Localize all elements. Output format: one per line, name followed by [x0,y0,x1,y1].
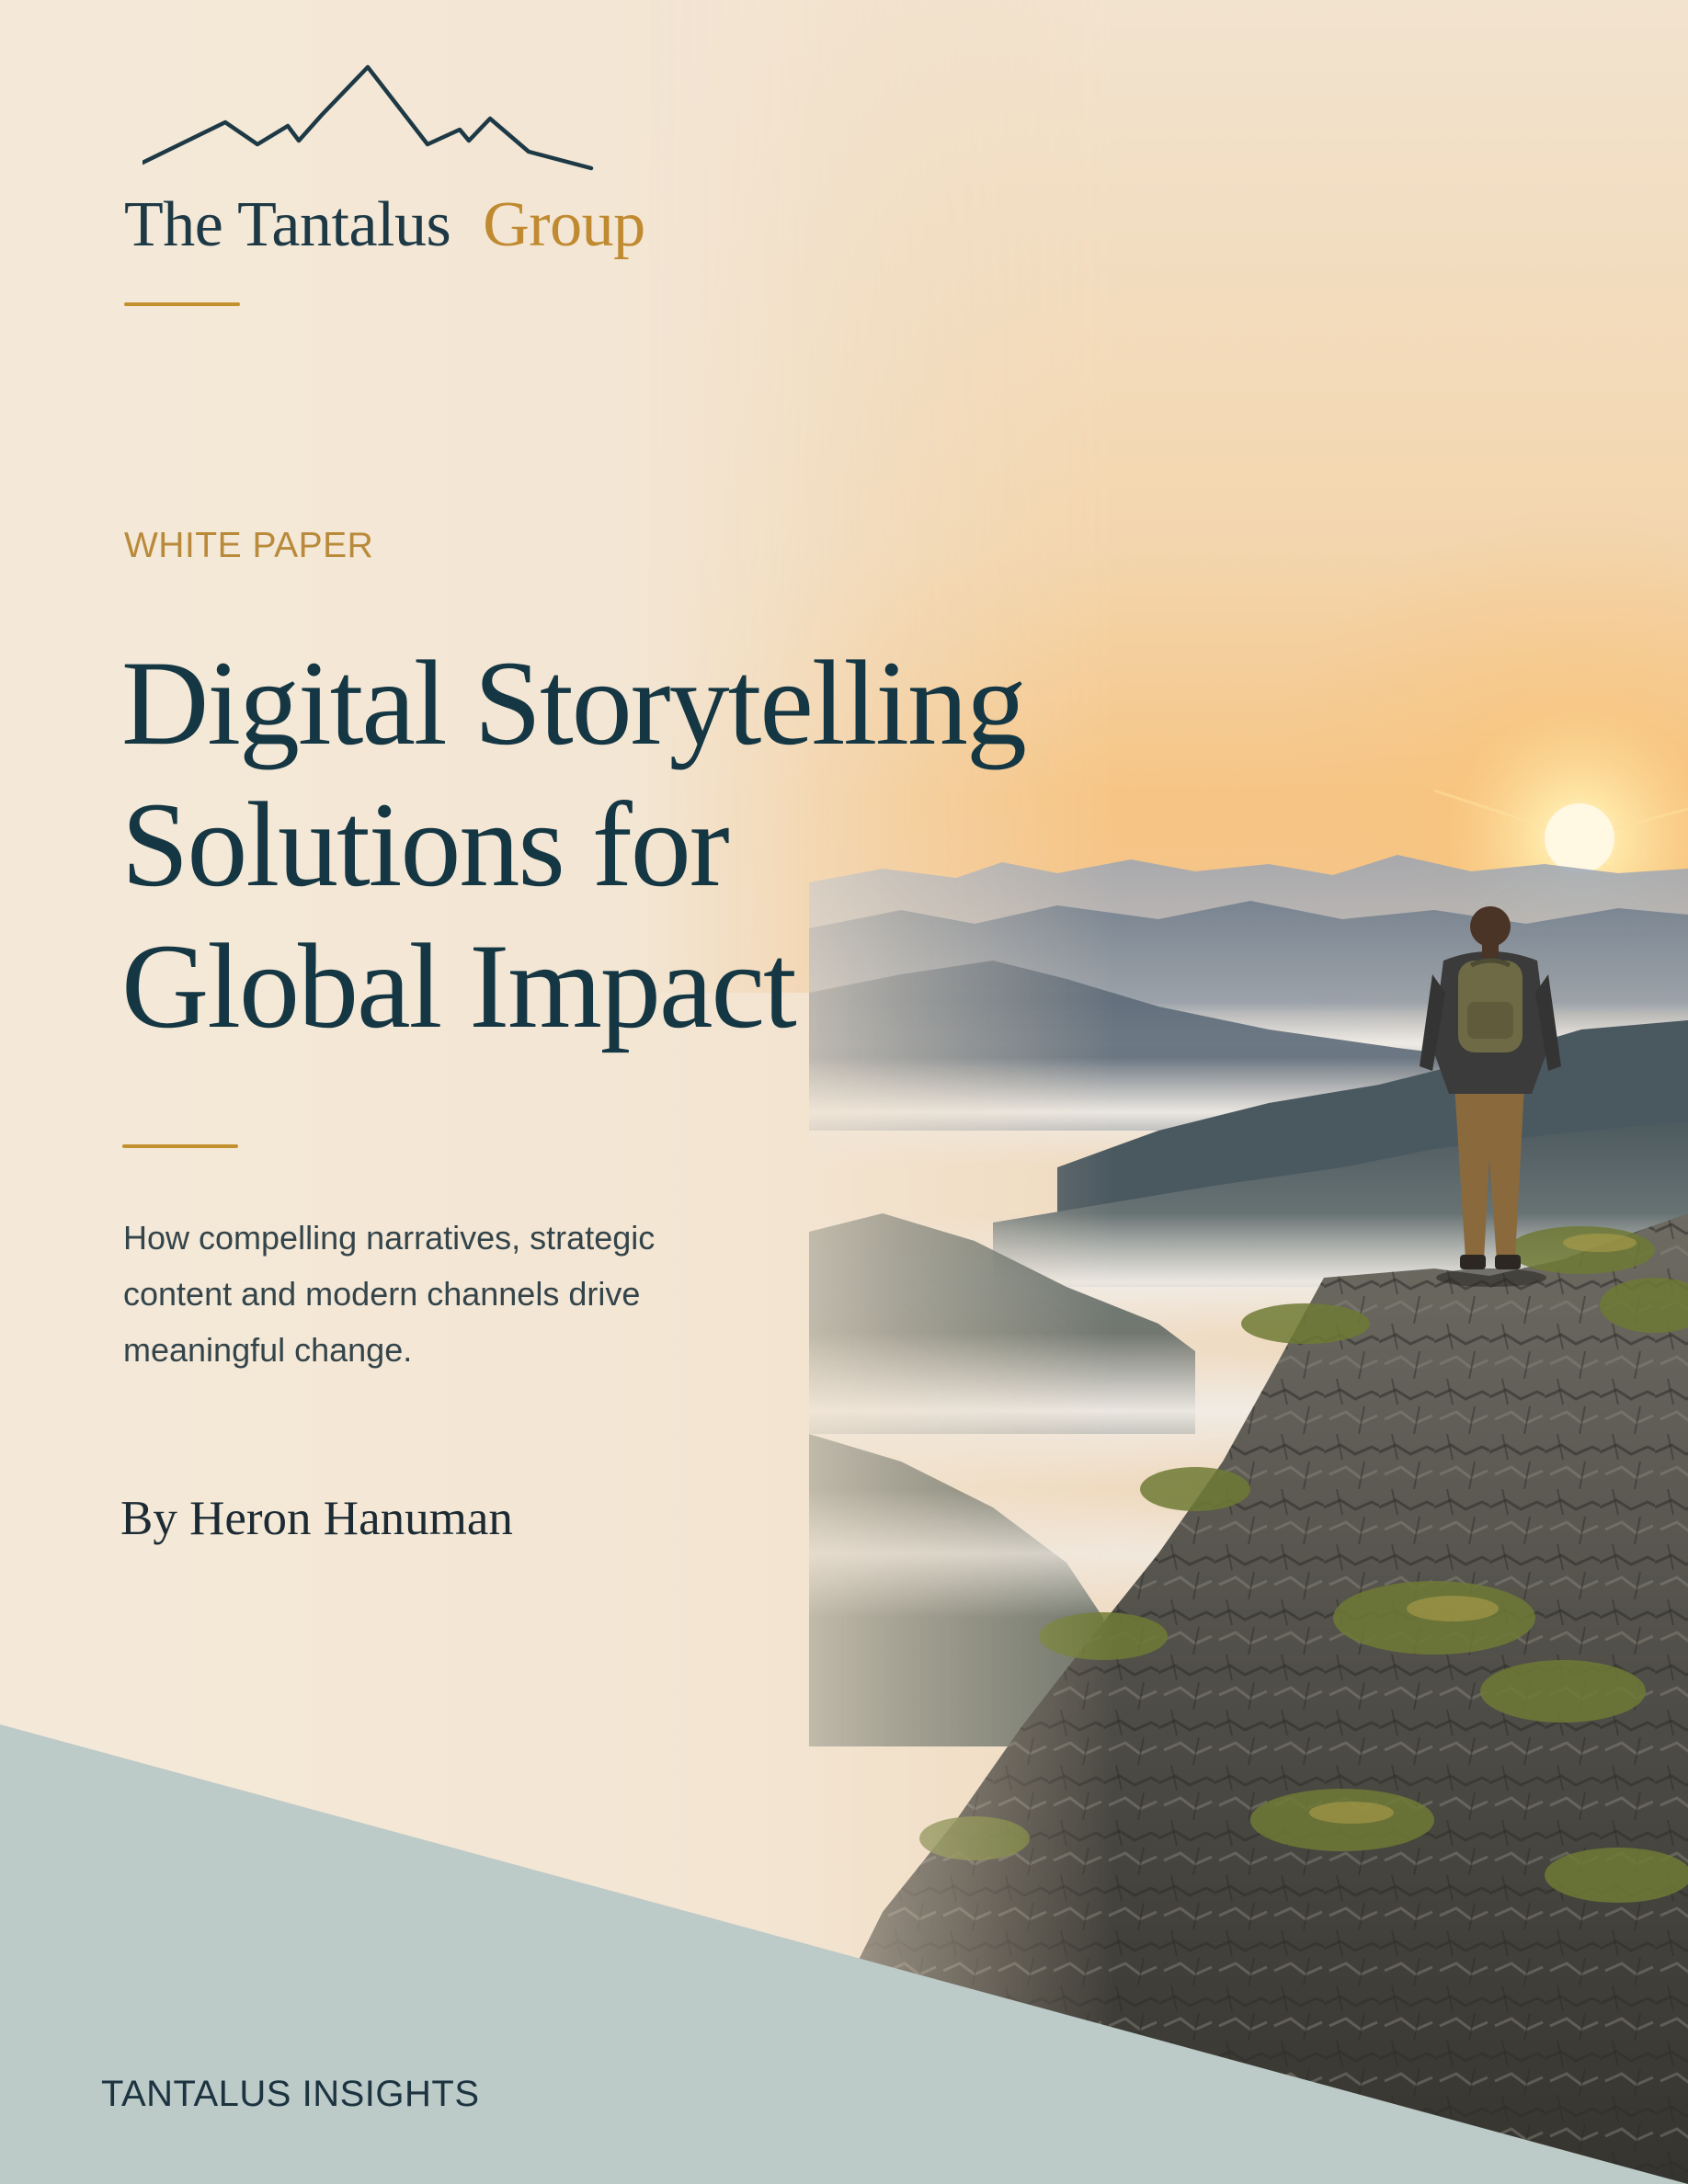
footer-label: TANTALUS INSIGHTS [101,2074,480,2114]
brand-name: The Tantalus Group [124,188,645,262]
title-line: Global Impact [121,918,797,1053]
document-summary: How compelling narratives, strategic con… [123,1210,840,1378]
brand-name-main: The Tantalus [124,189,451,260]
title-line: Solutions for [121,777,730,912]
title-line: Digital Storytelling [121,635,1027,770]
white-paper-cover: The Tantalus Group WHITE PAPER Digital S… [0,0,1688,2184]
summary-line: How compelling narratives, strategic [123,1219,656,1257]
cover-photo [0,0,1688,2184]
gold-divider-bottom [122,1144,238,1148]
brand-name-accent: Group [483,189,645,260]
author-byline: By Heron Hanuman [120,1492,513,1545]
summary-line: content and modern channels drive [123,1275,641,1313]
document-type-label: WHITE PAPER [124,526,374,565]
mountain-range-icon [143,64,594,171]
document-title: Digital Storytelling Solutions for Globa… [121,632,1027,1057]
gold-divider-top [124,302,240,306]
summary-line: meaningful change. [123,1331,413,1369]
